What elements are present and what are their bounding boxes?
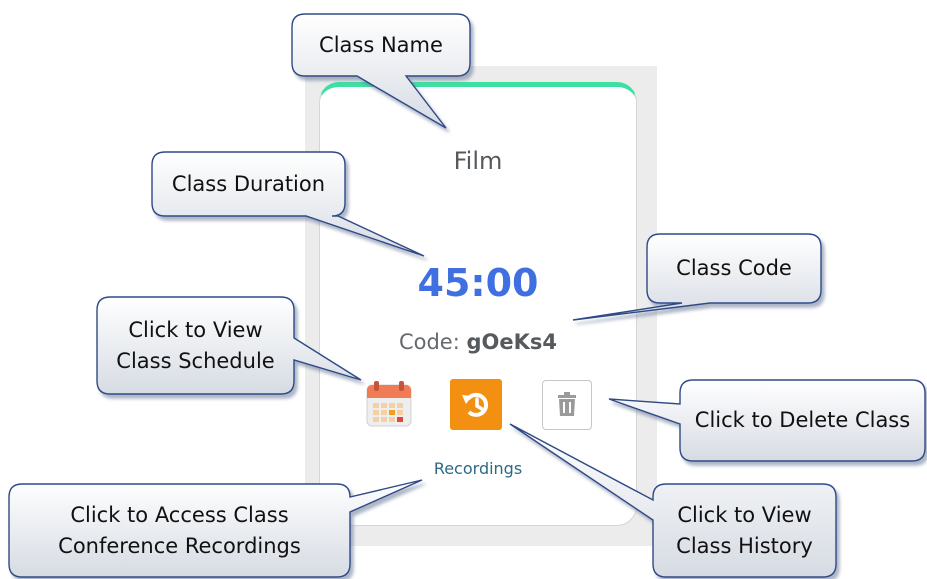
callout-view-history-text: Click to View Class History	[676, 503, 813, 558]
callout-recordings-text: Click to Access Class Conference Recordi…	[58, 503, 301, 558]
history-icon	[462, 392, 489, 417]
class-card: Film 45:00 Code: gOeKs4 Recordings	[319, 82, 637, 526]
callout-view-schedule-text: Click to View Class Schedule	[116, 318, 275, 373]
class-code-value: gOeKs4	[466, 330, 558, 354]
class-name: Film	[453, 147, 503, 175]
delete-button[interactable]	[542, 380, 592, 430]
class-code: Code: gOeKs4	[320, 330, 636, 354]
class-duration: 45:00	[417, 261, 539, 305]
class-code-label: Code:	[398, 330, 460, 354]
callout-delete-class-text: Click to Delete Class	[694, 408, 911, 433]
callout-class-code-text: Class Code	[676, 256, 792, 281]
calendar-icon[interactable]	[364, 380, 414, 430]
recordings-link[interactable]: Recordings	[320, 459, 636, 478]
trash-icon	[558, 392, 576, 416]
history-button[interactable]	[450, 379, 502, 430]
